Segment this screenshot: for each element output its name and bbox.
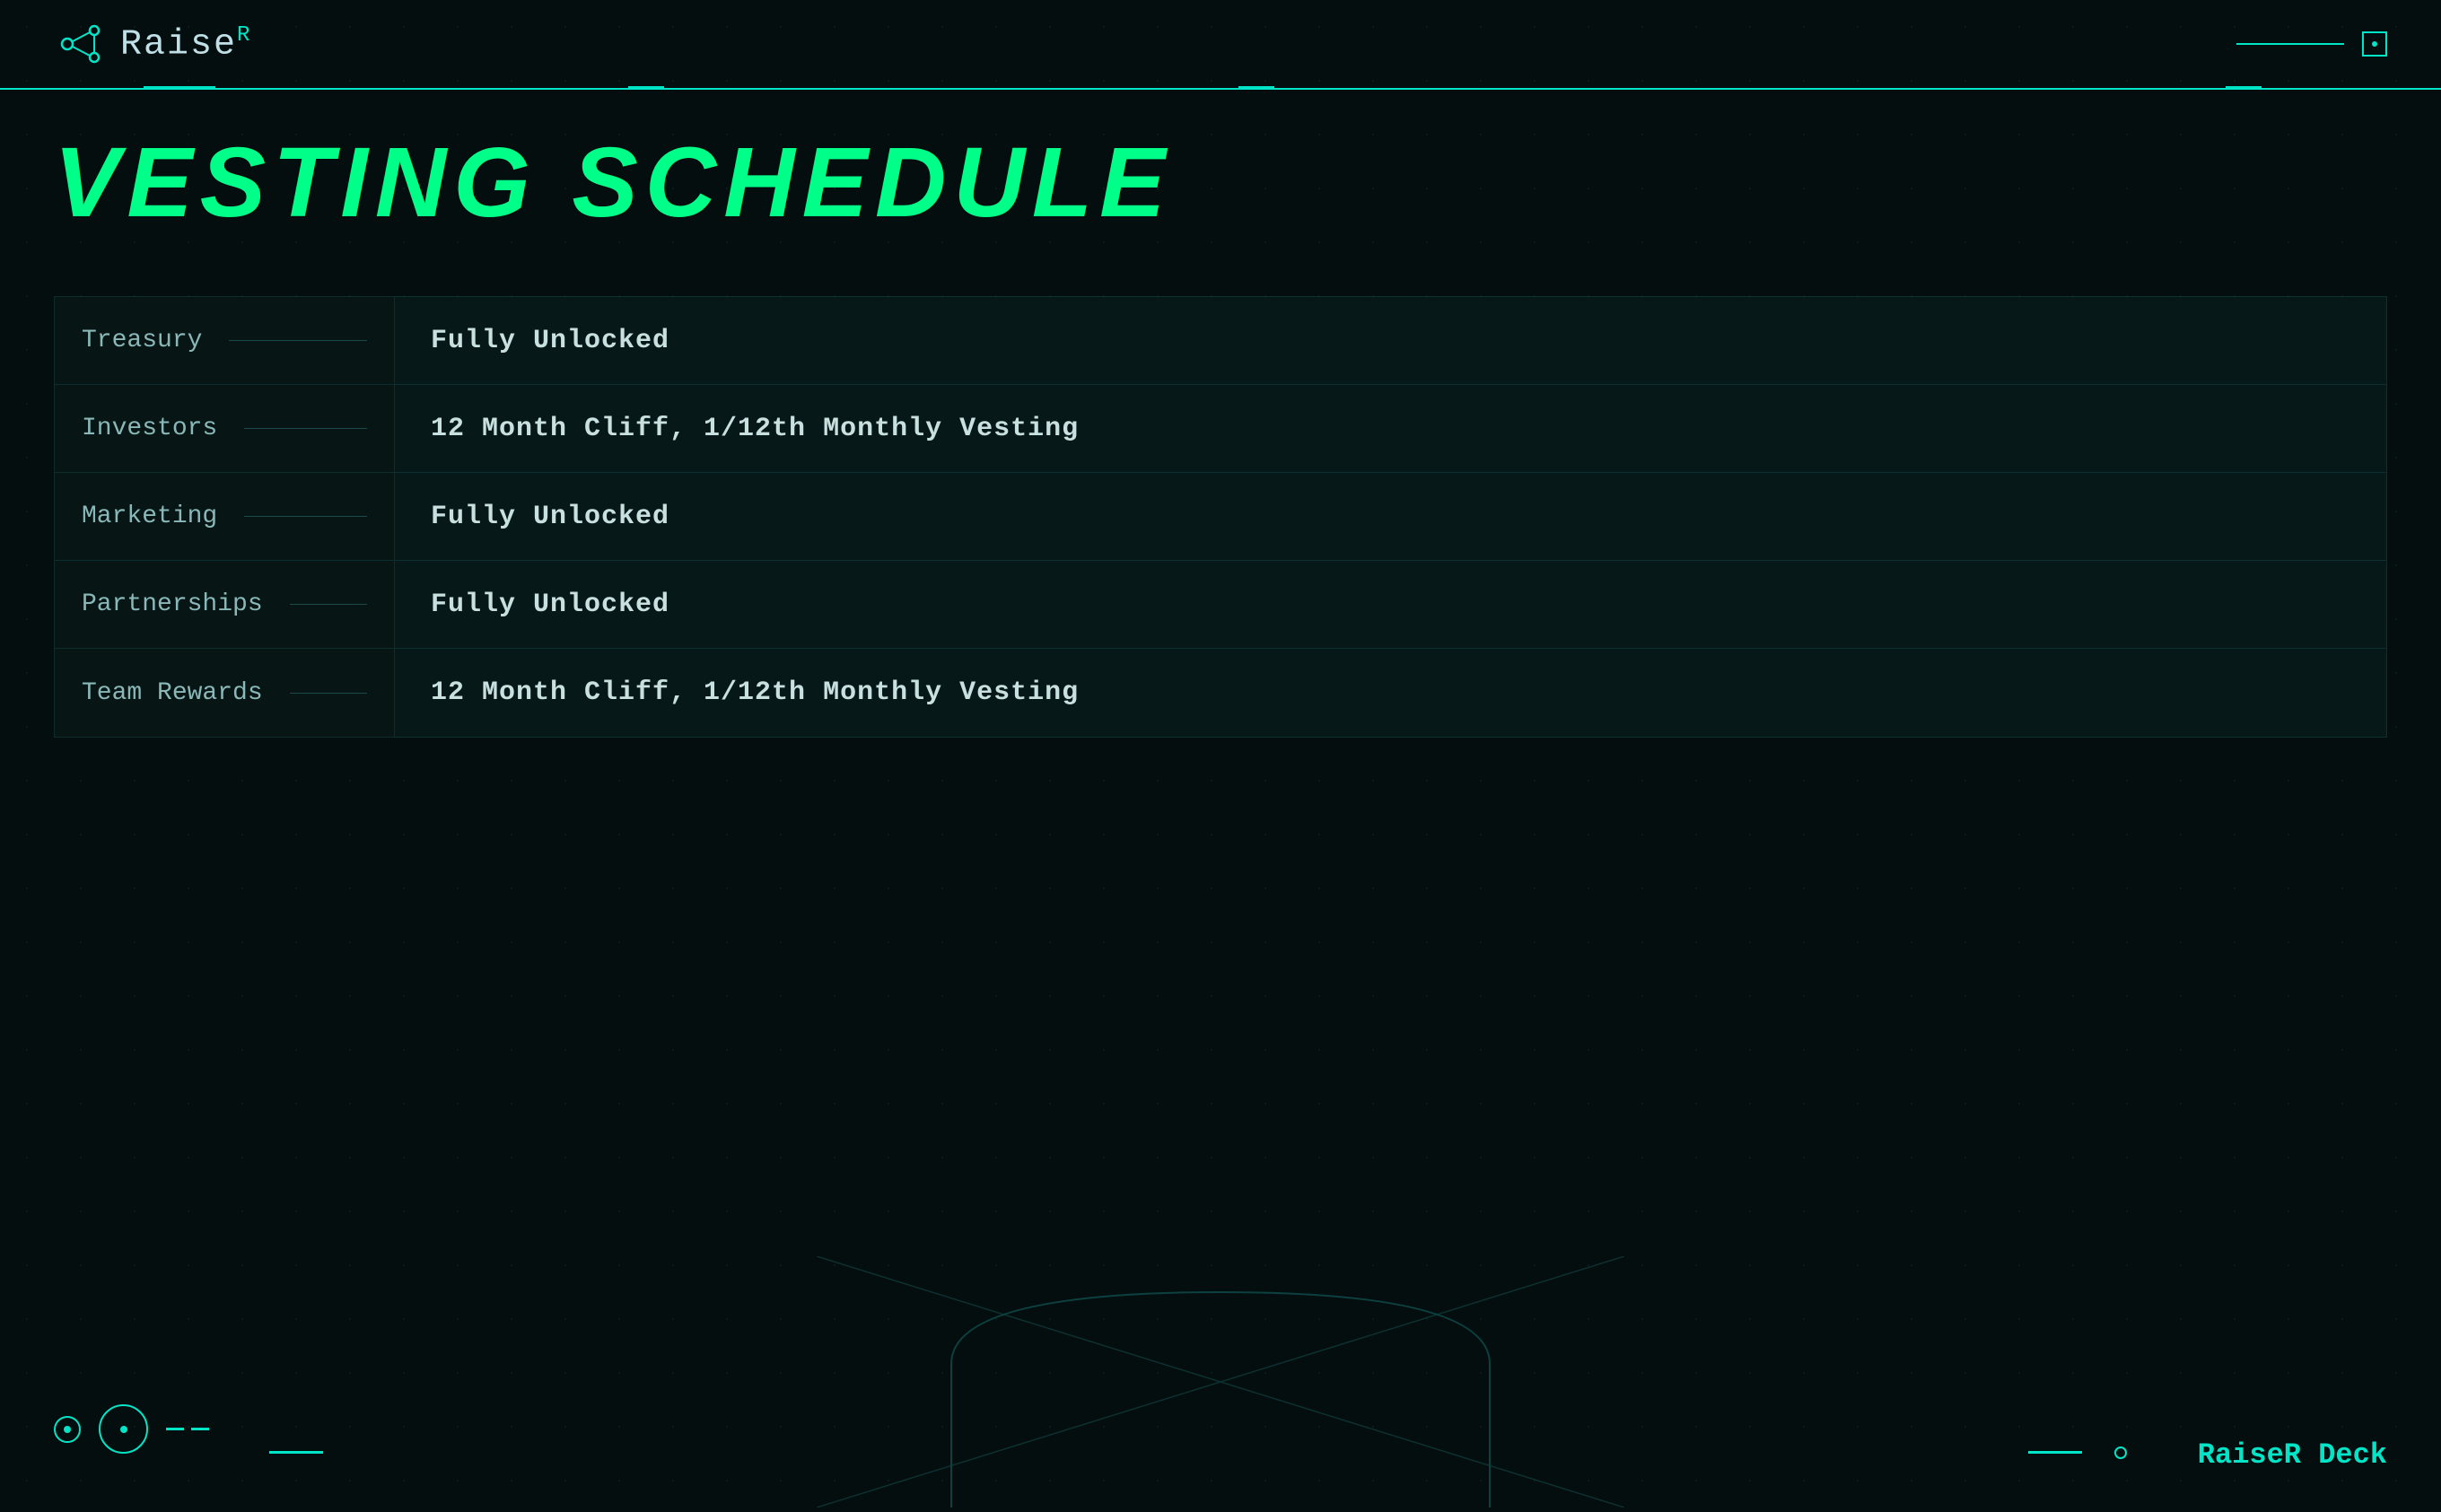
value-text: Fully Unlocked: [431, 326, 669, 356]
value-text: Fully Unlocked: [431, 502, 669, 532]
table-row: Team Rewards: [55, 649, 394, 737]
bottom-line-dot: [2114, 1446, 2127, 1459]
circle-medium: [99, 1404, 148, 1454]
dash-1: [166, 1428, 184, 1430]
table-row: Investors: [55, 385, 394, 473]
footer-brand-label: RaiseR Deck: [2198, 1438, 2387, 1472]
bottom-left-circles: [54, 1404, 209, 1454]
header-decoration-right: [2236, 31, 2387, 57]
label-line: [244, 428, 367, 429]
bottom-decoration: RaiseR Deck: [0, 1256, 2441, 1508]
label-line: [229, 340, 367, 341]
logo-text: RaiseR: [120, 23, 251, 65]
table-row: 12 Month Cliff, 1/12th Monthly Vesting: [395, 385, 2386, 473]
circle-dashes: [166, 1428, 209, 1430]
label-text: Partnerships: [82, 590, 263, 618]
dash-2: [191, 1428, 209, 1430]
logo-icon: [54, 17, 108, 71]
label-text: Treasury: [82, 327, 202, 354]
arch-container: [817, 1256, 1624, 1508]
logo: RaiseR: [54, 17, 251, 71]
value-text: Fully Unlocked: [431, 590, 669, 620]
label-text: Marketing: [82, 503, 217, 530]
table-row: Fully Unlocked: [395, 561, 2386, 649]
header-deco-mid1: [628, 86, 664, 90]
label-line: [244, 516, 367, 517]
page-title: VESTING SCHEDULE: [54, 126, 1172, 240]
arch-svg: [817, 1256, 1624, 1508]
label-text: Investors: [82, 415, 217, 442]
header-deco-mid2: [1238, 86, 1274, 90]
table-row: Partnerships: [55, 561, 394, 649]
logo-superscript: R: [237, 23, 251, 48]
table-row: Marketing: [55, 473, 394, 561]
header: RaiseR: [0, 0, 2441, 90]
value-text: 12 Month Cliff, 1/12th Monthly Vesting: [431, 677, 1079, 708]
table-row: Fully Unlocked: [395, 473, 2386, 561]
header-box-dot: [2372, 41, 2377, 47]
bottom-line-segment1: [269, 1451, 323, 1454]
header-line-segment: [2236, 43, 2344, 45]
label-line: [290, 693, 367, 694]
label-text: Team Rewards: [82, 679, 263, 707]
circle-small-1: [54, 1416, 81, 1443]
value-text: 12 Month Cliff, 1/12th Monthly Vesting: [431, 414, 1079, 444]
circle-dot-1: [64, 1426, 71, 1433]
label-line: [290, 604, 367, 605]
table-row: Fully Unlocked: [395, 297, 2386, 385]
circle-dot-2: [120, 1426, 127, 1433]
table-row: Treasury: [55, 297, 394, 385]
table-values-column: Fully Unlocked 12 Month Cliff, 1/12th Mon…: [395, 296, 2387, 738]
header-deco-right-line: [2226, 86, 2262, 90]
vesting-table: Treasury Investors Marketing Partnerships Te…: [54, 296, 2387, 738]
table-labels-column: Treasury Investors Marketing Partnerships Te…: [54, 296, 395, 738]
bottom-line-segment2: [2028, 1451, 2082, 1454]
table-row: 12 Month Cliff, 1/12th Monthly Vesting: [395, 649, 2386, 737]
header-box: [2362, 31, 2387, 57]
